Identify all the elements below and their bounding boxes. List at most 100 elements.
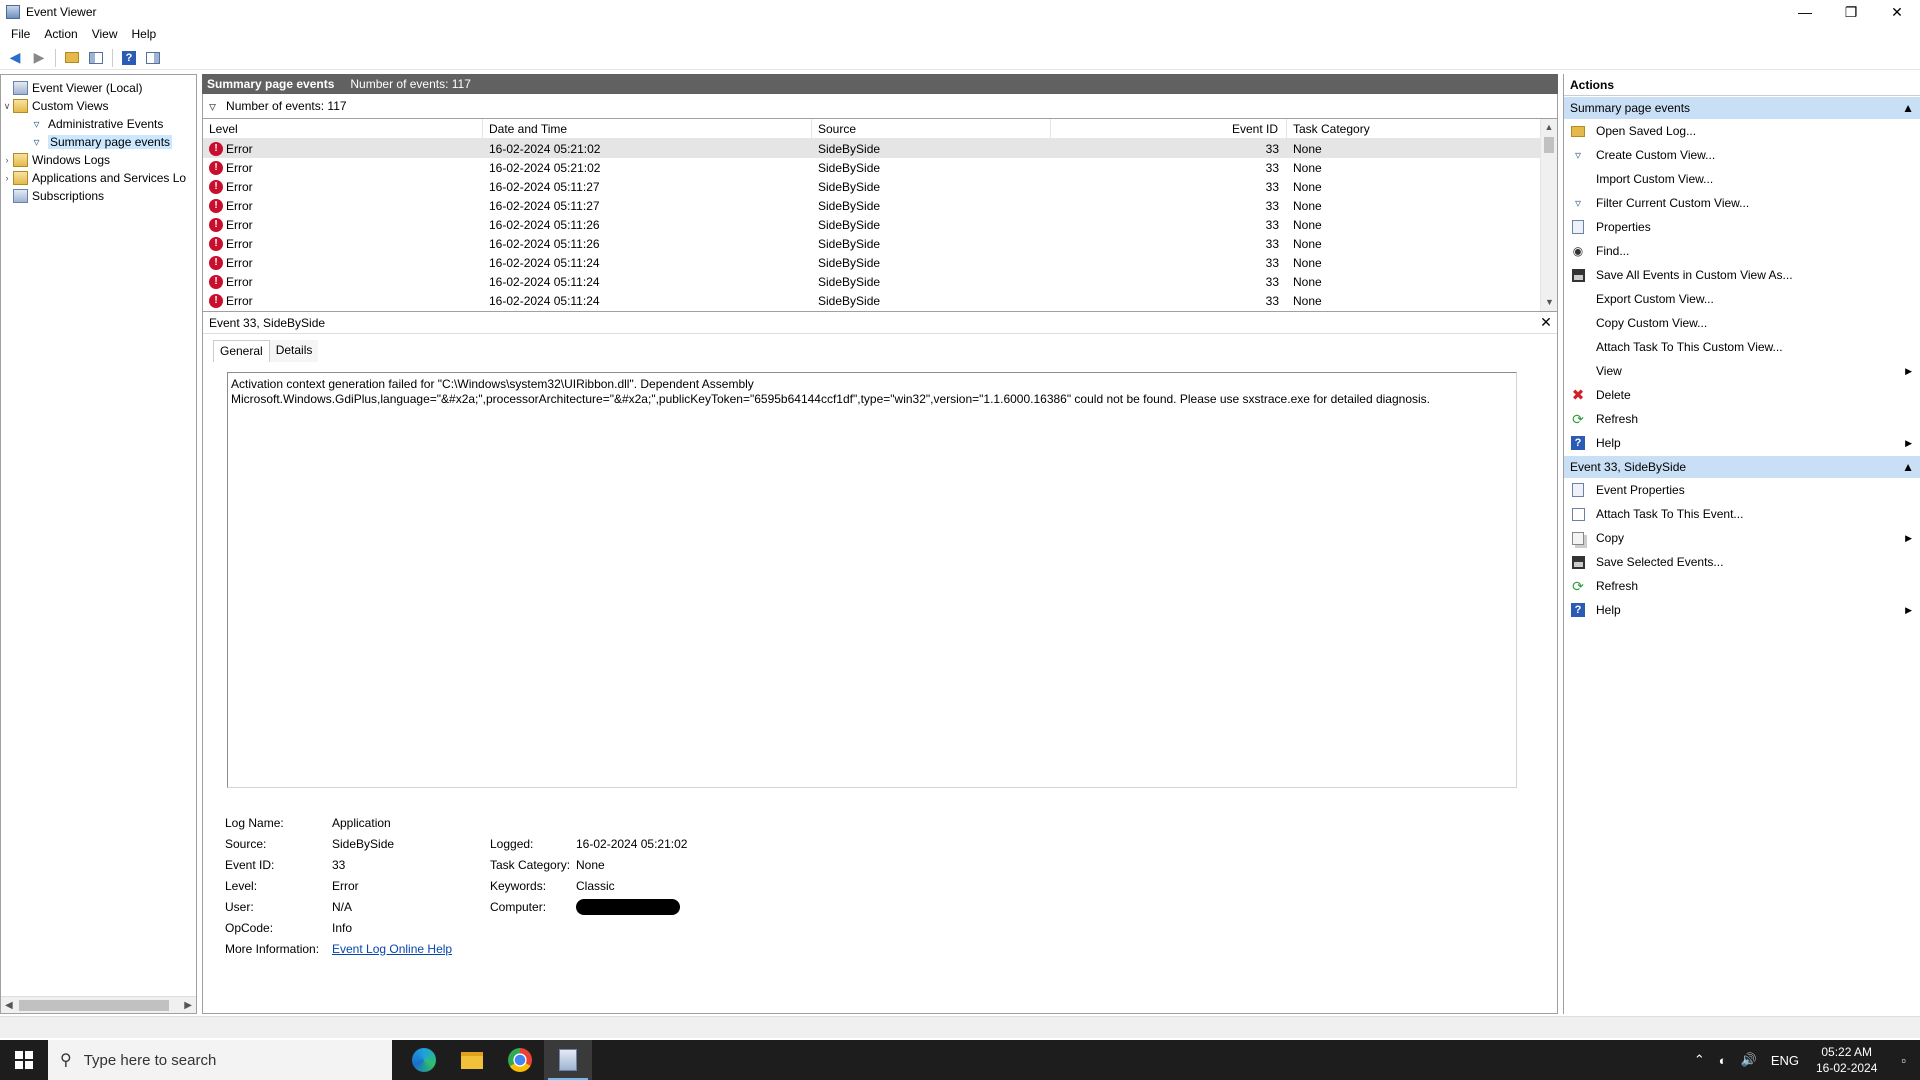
tree-node-windows-logs[interactable]: › Windows Logs [1, 151, 196, 169]
help-icon[interactable]: ? [118, 48, 140, 68]
column-header-source[interactable]: Source [812, 119, 1051, 139]
table-row[interactable]: ! Error 16-02-2024 05:21:02 SideBySide 33 Non… [203, 158, 1557, 177]
collapse-chevron-icon[interactable]: ∨ [1, 101, 13, 112]
actions-section-event[interactable]: Event 33, SideBySide ▲ [1564, 456, 1920, 478]
filter-icon: ▿ [33, 117, 40, 131]
tab-general[interactable]: General [213, 340, 270, 362]
close-icon[interactable]: ✕ [1535, 314, 1557, 331]
restore-button[interactable]: ❐ [1828, 0, 1874, 24]
table-row[interactable]: ! Error 16-02-2024 05:11:24 SideBySide 33 Non… [203, 272, 1557, 291]
column-header-task-category[interactable]: Task Category [1287, 119, 1527, 139]
label-level: Level: [225, 878, 258, 893]
collapse-chevron-icon[interactable]: ▲ [1902, 101, 1914, 115]
clock[interactable]: 05:22 AM 16-02-2024 [1806, 1044, 1887, 1076]
tree-node-subscriptions[interactable]: Subscriptions [1, 187, 196, 205]
table-row[interactable]: ! Error 16-02-2024 05:21:02 SideBySide 33 Non… [203, 139, 1557, 158]
table-row[interactable]: ! Error 16-02-2024 05:11:26 SideBySide 33 Non… [203, 215, 1557, 234]
network-icon[interactable]: ◐ [1712, 1053, 1734, 1068]
language-indicator[interactable]: ENG [1764, 1053, 1806, 1068]
action-delete[interactable]: ✖ Delete [1564, 383, 1920, 407]
table-row[interactable]: ! Error 16-02-2024 05:11:27 SideBySide 33 Non… [203, 196, 1557, 215]
table-row[interactable]: ! Error 16-02-2024 05:11:27 SideBySide 33 Non… [203, 177, 1557, 196]
menu-action[interactable]: Action [37, 27, 84, 41]
action-open-saved-log[interactable]: Open Saved Log... [1564, 119, 1920, 143]
tab-details[interactable]: Details [269, 340, 319, 362]
action-refresh[interactable]: ⟳ Refresh [1564, 407, 1920, 431]
action-attach-task-to-this-custom-view[interactable]: Attach Task To This Custom View... [1564, 335, 1920, 359]
up-folder-icon[interactable] [61, 48, 83, 68]
file-explorer-taskbar-icon[interactable] [448, 1040, 496, 1080]
event-viewer-taskbar-icon[interactable] [544, 1040, 592, 1080]
column-header-event-id[interactable]: Event ID [1051, 119, 1287, 139]
cell-task-category: None [1293, 274, 1322, 289]
tree-horizontal-scrollbar[interactable]: ◀ ▶ [1, 996, 196, 1013]
action-filter-current-custom-view[interactable]: ▿ Filter Current Custom View... [1564, 191, 1920, 215]
action-save-selected-events[interactable]: Save Selected Events... [1564, 550, 1920, 574]
action-create-custom-view[interactable]: ▿ Create Custom View... [1564, 143, 1920, 167]
show-action-pane-icon[interactable] [142, 48, 164, 68]
minimize-button[interactable]: — [1782, 0, 1828, 24]
tree-node-administrative-events[interactable]: ▿ Administrative Events [1, 115, 196, 133]
action-properties[interactable]: Properties [1564, 215, 1920, 239]
chrome-taskbar-icon[interactable] [496, 1040, 544, 1080]
start-button[interactable] [0, 1040, 48, 1080]
action-export-custom-view[interactable]: Export Custom View... [1564, 287, 1920, 311]
menu-help[interactable]: Help [125, 27, 164, 41]
collapse-chevron-icon[interactable]: ▲ [1902, 460, 1914, 474]
tree-node-event-viewer-local[interactable]: Event Viewer (Local) [1, 79, 196, 97]
action-help[interactable]: ? Help ▶ [1564, 598, 1920, 622]
show-hide-tree-icon[interactable] [85, 48, 107, 68]
filter-event-count: Number of events: 117 [226, 99, 347, 113]
action-copy-custom-view[interactable]: Copy Custom View... [1564, 311, 1920, 335]
action-import-custom-view[interactable]: Import Custom View... [1564, 167, 1920, 191]
action-attach-task-to-this-event[interactable]: Attach Task To This Event... [1564, 502, 1920, 526]
properties-icon [1570, 219, 1586, 235]
label-opcode: OpCode: [225, 920, 274, 935]
action-save-all-events-in-custom-view-as[interactable]: Save All Events in Custom View As... [1564, 263, 1920, 287]
action-event-properties[interactable]: Event Properties [1564, 478, 1920, 502]
action-refresh[interactable]: ⟳ Refresh [1564, 574, 1920, 598]
forward-arrow-icon[interactable]: ▶ [28, 48, 50, 68]
column-header-date-time[interactable]: Date and Time [483, 119, 812, 139]
edge-taskbar-icon[interactable] [400, 1040, 448, 1080]
scroll-up-arrow-icon[interactable]: ▲ [1541, 119, 1557, 136]
table-row[interactable]: ! Error 16-02-2024 05:11:26 SideBySide 33 Non… [203, 234, 1557, 253]
action-help[interactable]: ? Help ▶ [1564, 431, 1920, 455]
volume-icon[interactable]: 🔊 [1734, 1052, 1764, 1068]
table-row[interactable]: ! Error 16-02-2024 05:11:24 SideBySide 33 Non… [203, 291, 1557, 310]
cell-source: SideBySide [818, 274, 881, 289]
help-icon: ? [1570, 435, 1586, 451]
detail-tabs: General Details [213, 340, 1557, 362]
taskbar-search-box[interactable]: ⚲ Type here to search [48, 1040, 392, 1080]
menu-file[interactable]: File [4, 27, 37, 41]
notifications-icon[interactable]: ▫ [1887, 1053, 1920, 1068]
actions-section-summary-page-events[interactable]: Summary page events ▲ [1564, 97, 1920, 119]
column-header-level[interactable]: Level [203, 119, 483, 139]
expand-chevron-icon[interactable]: › [1, 155, 13, 165]
filter-icon: ▿ [33, 135, 40, 149]
action-find[interactable]: ◉ Find... [1564, 239, 1920, 263]
actions-title: Actions [1564, 74, 1920, 96]
menu-view[interactable]: View [85, 27, 125, 41]
filter-icon: ▿ [1574, 196, 1582, 210]
table-row[interactable]: ! Error 16-02-2024 05:11:24 SideBySide 33 Non… [203, 253, 1557, 272]
toolbar: ◀ ▶ ? [0, 46, 1920, 70]
event-message-box[interactable]: Activation context generation failed for… [227, 372, 1517, 788]
action-copy[interactable]: Copy ▶ [1564, 526, 1920, 550]
tree-node-custom-views[interactable]: ∨ Custom Views [1, 97, 196, 115]
show-hidden-icons-chevron-icon[interactable]: ⌃ [1687, 1052, 1712, 1068]
scroll-right-arrow-icon[interactable]: ▶ [184, 1000, 192, 1011]
tree-node-applications-services[interactable]: › Applications and Services Lo [1, 169, 196, 187]
back-arrow-icon[interactable]: ◀ [4, 48, 26, 68]
event-log-online-help-link[interactable]: Event Log Online Help [332, 942, 452, 956]
grid-vertical-scrollbar[interactable]: ▲ ▼ [1540, 119, 1557, 311]
scroll-left-arrow-icon[interactable]: ◀ [5, 1000, 13, 1011]
action-view[interactable]: View ▶ [1564, 359, 1920, 383]
expand-chevron-icon[interactable]: › [1, 173, 13, 183]
scrollbar-thumb[interactable] [1544, 137, 1554, 153]
close-button[interactable]: ✕ [1874, 0, 1920, 24]
scroll-down-arrow-icon[interactable]: ▼ [1541, 294, 1557, 311]
scrollbar-thumb[interactable] [19, 1000, 169, 1011]
cell-event-id: 33 [1265, 160, 1279, 175]
tree-node-summary-page-events[interactable]: ▿ Summary page events [1, 133, 196, 151]
